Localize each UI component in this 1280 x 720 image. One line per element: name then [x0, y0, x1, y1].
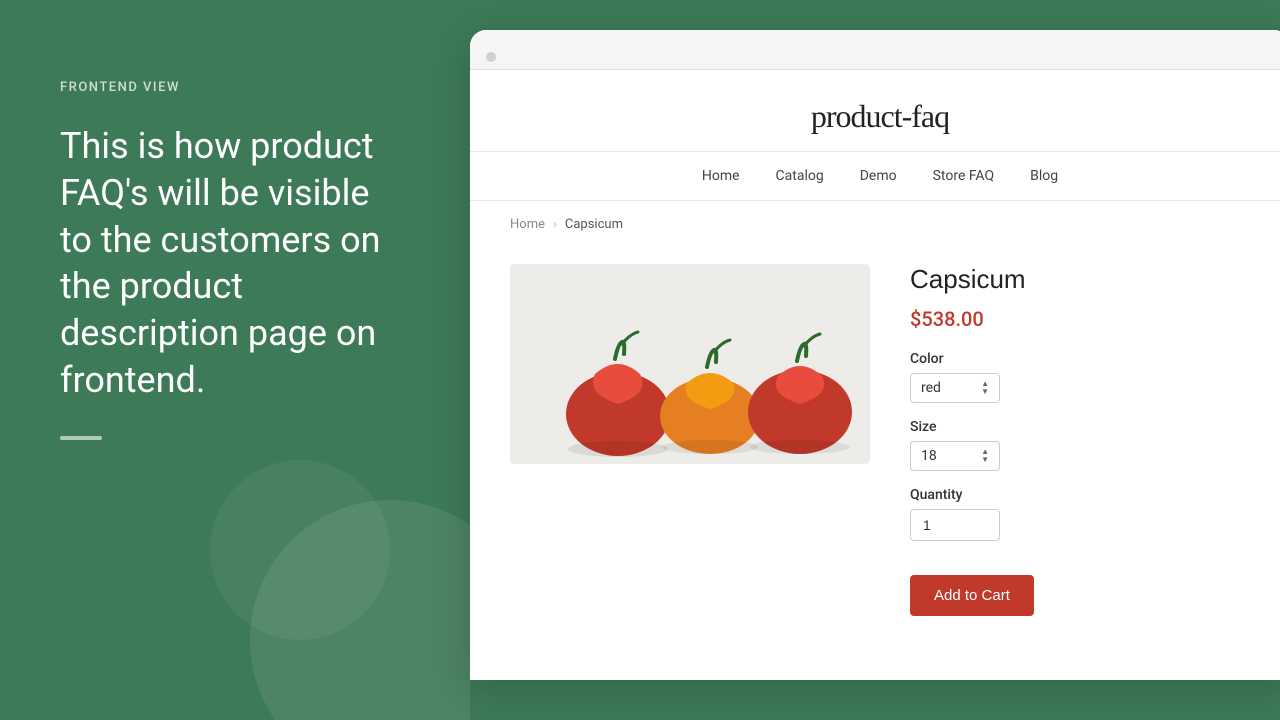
- breadcrumb-separator: ›: [553, 217, 557, 232]
- color-select[interactable]: red ▲ ▼: [910, 373, 1000, 403]
- store-header: product-faq: [470, 70, 1280, 152]
- right-panel: product-faq Home Catalog Demo Store FAQ …: [470, 0, 1280, 720]
- browser-window: product-faq Home Catalog Demo Store FAQ …: [470, 30, 1280, 680]
- quantity-option-group: Quantity: [910, 487, 1250, 561]
- product-price: $538.00: [910, 307, 1250, 331]
- quantity-label: Quantity: [910, 487, 1250, 503]
- nav-item-home[interactable]: Home: [702, 168, 740, 184]
- color-select-arrows: ▲ ▼: [981, 380, 989, 396]
- size-select[interactable]: 18 ▲ ▼: [910, 441, 1000, 471]
- nav-item-catalog[interactable]: Catalog: [776, 168, 824, 184]
- breadcrumb: Home › Capsicum: [470, 201, 1280, 248]
- nav-item-demo[interactable]: Demo: [860, 168, 897, 184]
- store-title: product-faq: [510, 98, 1250, 135]
- size-label: Size: [910, 419, 1250, 435]
- color-option-group: Color red ▲ ▼: [910, 351, 1250, 403]
- store-content: product-faq Home Catalog Demo Store FAQ …: [470, 70, 1280, 646]
- breadcrumb-home[interactable]: Home: [510, 217, 545, 232]
- browser-dot-1: [486, 52, 496, 62]
- product-details: Capsicum $538.00 Color red ▲ ▼: [910, 264, 1250, 616]
- color-label: Color: [910, 351, 1250, 367]
- product-image: [510, 264, 870, 464]
- size-option-group: Size 18 ▲ ▼: [910, 419, 1250, 471]
- product-section: Capsicum $538.00 Color red ▲ ▼: [470, 248, 1280, 646]
- quantity-input[interactable]: [910, 509, 1000, 541]
- color-value: red: [921, 380, 941, 396]
- circle-decoration-small: [210, 460, 390, 640]
- divider: [60, 436, 102, 440]
- store-nav: Home Catalog Demo Store FAQ Blog: [470, 152, 1280, 201]
- main-description: This is how product FAQ's will be visibl…: [60, 123, 410, 404]
- browser-chrome: [470, 30, 1280, 70]
- product-name: Capsicum: [910, 264, 1250, 295]
- left-panel: FRONTEND VIEW This is how product FAQ's …: [0, 0, 470, 720]
- size-select-arrows: ▲ ▼: [981, 448, 989, 464]
- nav-item-store-faq[interactable]: Store FAQ: [933, 168, 995, 184]
- section-label: FRONTEND VIEW: [60, 80, 410, 95]
- add-to-cart-button[interactable]: Add to Cart: [910, 575, 1034, 616]
- breadcrumb-current: Capsicum: [565, 217, 623, 232]
- nav-item-blog[interactable]: Blog: [1030, 168, 1058, 184]
- size-value: 18: [921, 448, 937, 464]
